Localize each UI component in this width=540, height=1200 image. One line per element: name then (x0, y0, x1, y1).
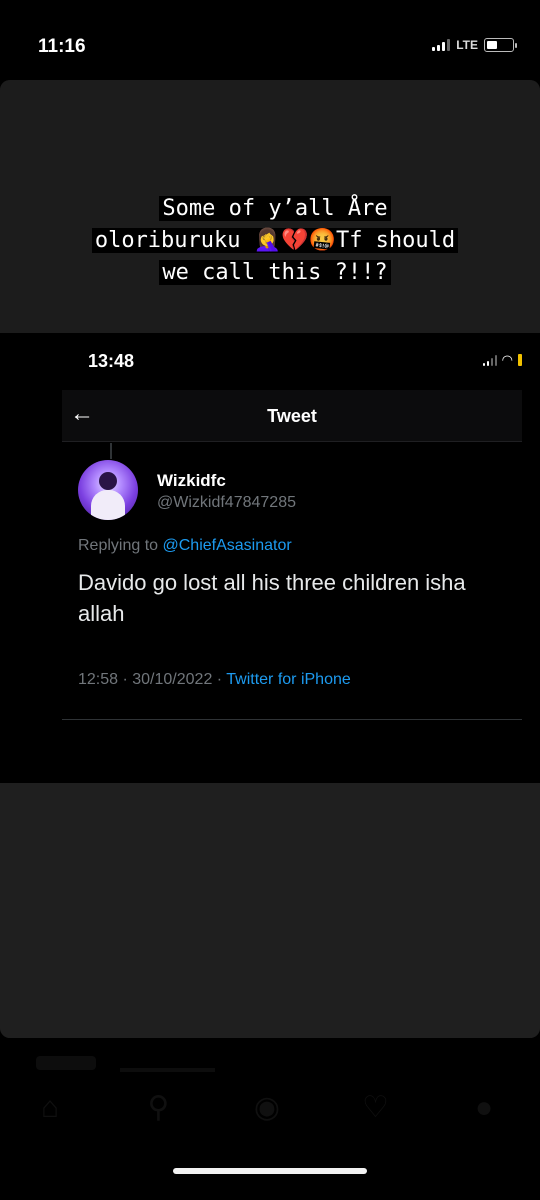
search-icon[interactable]: ⚲ (141, 1090, 177, 1126)
battery-icon (484, 38, 517, 52)
user-handle: @Wizkidf47847285 (157, 494, 296, 511)
replying-to-user: @ChiefAsasinator (162, 537, 292, 554)
ghost-line (120, 1068, 215, 1072)
inner-status-time: 13:48 (88, 351, 135, 371)
ghost-label (36, 1056, 96, 1070)
home-indicator[interactable] (173, 1168, 367, 1174)
inner-signal-icon (482, 354, 497, 366)
replying-to-line: Replying to @ChiefAsasinator (78, 537, 292, 555)
tweet-text: Davido go lost all his three children is… (78, 570, 466, 626)
story-caption: Some of y’all Åre oloriburuku 🤦‍♀️💔🤬Tf s… (40, 193, 510, 289)
avatar (78, 460, 138, 520)
bottom-navigation: ⌂ ⚲ ◉ ♡ ● (0, 1038, 540, 1200)
status-time: 11:16 (38, 36, 86, 57)
tweet-header-title: Tweet (267, 406, 317, 426)
tweet-screenshot: 13:48 ◠ ← Tweet Wizkidfc @Wizkidf4784728… (0, 333, 540, 819)
caption-line-1: Some of y’all Åre (159, 196, 391, 221)
wifi-icon: ◠ (501, 352, 513, 367)
story-card[interactable]: Some of y’all Åre oloriburuku 🤦‍♀️💔🤬Tf s… (0, 80, 540, 1038)
caption-line-3: we call this ?!!? (159, 260, 391, 285)
nav-icon-row: ⌂ ⚲ ◉ ♡ ● (32, 1090, 502, 1126)
profile-icon[interactable]: ● (466, 1090, 502, 1126)
caption-line-2: oloriburuku 🤦‍♀️💔🤬Tf should (91, 228, 459, 253)
home-icon[interactable]: ⌂ (32, 1090, 68, 1126)
signal-icon (432, 39, 451, 51)
network-label: LTE (456, 38, 478, 52)
tweet-body: Wizkidfc @Wizkidf47847285 Replying to @C… (62, 443, 522, 731)
thread-line (110, 443, 112, 459)
divider (62, 719, 522, 720)
display-name: Wizkidfc (157, 471, 226, 490)
tweet-timestamp: 12:58 · 30/10/2022 · (78, 671, 227, 688)
inner-battery-icon (518, 353, 522, 366)
heart-icon[interactable]: ♡ (358, 1090, 394, 1126)
replying-prefix: Replying to (78, 537, 163, 554)
tweet-header: ← Tweet (62, 390, 522, 442)
camera-icon[interactable]: ◉ (249, 1090, 285, 1126)
status-indicators: LTE (432, 38, 517, 52)
story-empty-area (0, 783, 540, 1038)
tweet-meta: 12:58 · 30/10/2022 · Twitter for iPhone (78, 671, 351, 689)
status-bar: 11:16 LTE (0, 0, 540, 80)
story-caption-area: Some of y’all Åre oloriburuku 🤦‍♀️💔🤬Tf s… (0, 80, 540, 333)
tweet-source: Twitter for iPhone (226, 671, 351, 688)
inner-status-icons: ◠ (482, 352, 522, 367)
